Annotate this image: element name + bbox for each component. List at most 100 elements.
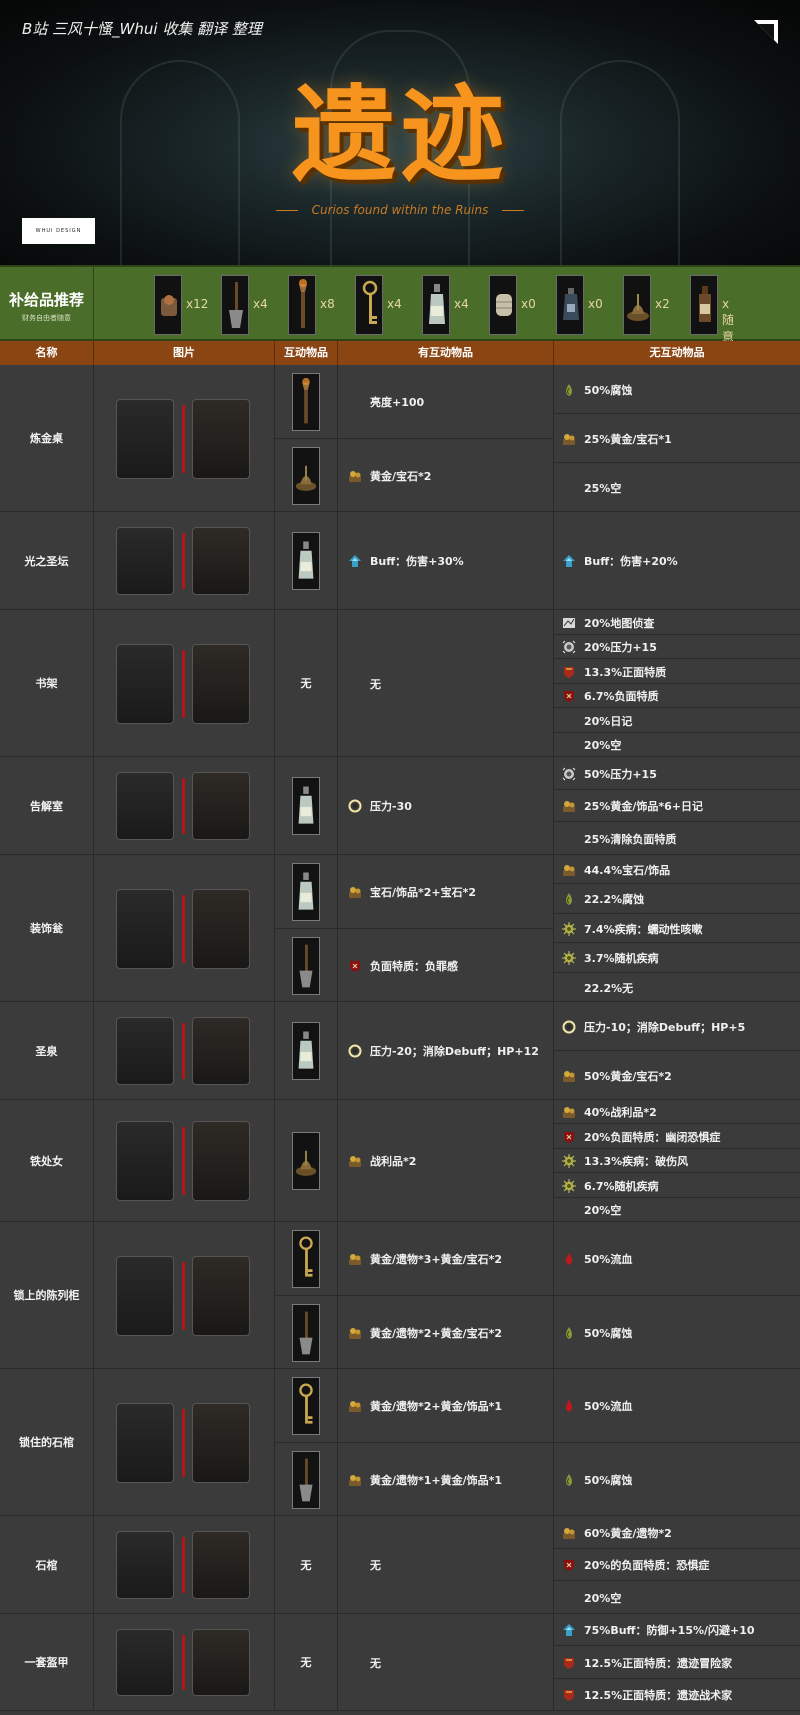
supply-count: x0: [521, 297, 536, 311]
image-separator: [182, 1635, 185, 1690]
without-item-cell: 20%负面特质：幽闭恐惧症: [554, 1124, 800, 1149]
curio-name: 告解室: [0, 757, 94, 855]
with-item-cell: 无: [338, 1516, 554, 1614]
food-icon: [161, 295, 177, 316]
result-text: 20%压力+15: [584, 641, 657, 654]
without-item-cell: Buff：伤害+20%: [554, 512, 800, 610]
result-text: 12.5%正面特质：遗迹冒险家: [584, 1656, 733, 1670]
supply-card: [422, 275, 450, 335]
image-separator: [182, 649, 185, 718]
supply-card: [489, 275, 517, 335]
gold-icon: [349, 1401, 361, 1412]
curio-open-image: [192, 398, 250, 479]
result-text: 战利品*2: [370, 1155, 417, 1168]
result-text: Buff：伤害+30%: [370, 555, 464, 568]
stress-heal-icon: [348, 1044, 362, 1058]
without-item-cell: 20%空: [554, 1581, 800, 1614]
without-item-cell: 22.2%无: [554, 973, 800, 1002]
curio-open-image: [192, 1121, 250, 1201]
header-banner: B站 三风十慅_Whui 收集 翻译 整理 遗迹 Curios found wi…: [0, 0, 800, 265]
result-text: 50%腐蚀: [584, 1473, 633, 1487]
page-title: 遗迹: [291, 74, 508, 196]
without-item-result: 20%空: [562, 1198, 621, 1222]
result-text: 60%黄金/遗物*2: [584, 1526, 672, 1540]
laudanum-icon: [699, 286, 711, 322]
without-item-cell: 13.3%疾病：破伤风: [554, 1149, 800, 1173]
with-item-result: 负面特质：负罪感: [348, 929, 458, 1002]
without-item-result: 20%空: [562, 1581, 621, 1614]
result-text: 宝石/饰品*2+宝石*2: [370, 886, 477, 899]
quirk-positive-icon: [564, 1690, 574, 1701]
without-item-cell: 50%腐蚀: [554, 1443, 800, 1516]
without-item-cell: 7.4%疾病：蠕动性咳嗽: [554, 914, 800, 943]
stress-icon: [562, 640, 576, 654]
shovel-icon: [299, 1458, 313, 1501]
result-text: 50%黄金/宝石*2: [584, 1069, 672, 1083]
result-text: 50%腐蚀: [584, 1326, 633, 1340]
interaction-tool-cell: [275, 855, 338, 929]
column-header-without-item: 无互动物品: [649, 346, 705, 359]
shovel-icon: [299, 1311, 313, 1354]
disease-icon: [562, 1178, 576, 1193]
curio-image-cell: [94, 1002, 275, 1100]
bandage-icon: [496, 294, 512, 316]
quirk-positive-icon: [564, 1657, 574, 1669]
torch-icon: [299, 279, 307, 328]
image-separator: [182, 1537, 185, 1593]
image-separator: [182, 404, 185, 473]
image-separator: [182, 894, 185, 963]
key-icon: [362, 280, 378, 324]
result-text: 20%地图侦查: [584, 616, 655, 630]
result-text: 25%空: [584, 481, 622, 495]
with-item-cell: Buff：伤害+30%: [338, 512, 554, 610]
supply-count: x4: [253, 297, 268, 311]
blank-icon: [348, 1656, 362, 1670]
interaction-tool-cell: [275, 757, 338, 855]
with-item-result: 无: [348, 1614, 381, 1711]
tool-card: [292, 446, 320, 505]
result-text: 黄金/宝石*2: [370, 469, 432, 483]
result-text: 25%清除负面特质: [584, 832, 677, 846]
gold-icon: [563, 1527, 575, 1539]
tool-card: [292, 1450, 320, 1509]
torch-icon: [302, 377, 310, 424]
stress-heal-icon: [562, 1020, 576, 1033]
curio-open-image: [192, 772, 250, 840]
curio-open-image: [192, 1629, 250, 1696]
image-separator: [182, 1023, 185, 1079]
corner-fold-icon: [754, 20, 778, 44]
curio-name: 装饰瓮: [0, 855, 94, 1002]
supply-count: x12: [186, 297, 209, 311]
shovel-icon: [229, 282, 243, 328]
result-text: 7.4%疾病：蠕动性咳嗽: [584, 922, 703, 936]
without-item-result: 22.2%腐蚀: [562, 884, 644, 914]
without-item-result: 50%压力+15: [562, 757, 657, 790]
result-text: 黄金/遗物*1+黄金/饰品*1: [370, 1473, 503, 1487]
result-text: 20%空: [584, 1204, 622, 1217]
blank-icon: [562, 714, 576, 728]
without-item-cell: 12.5%正面特质：遗迹战术家: [554, 1679, 800, 1711]
key-icon: [299, 1383, 313, 1424]
curio-closed-image: [116, 1121, 174, 1201]
key-icon: [299, 1236, 313, 1277]
without-item-result: 13.3%正面特质: [562, 659, 666, 684]
supply-card: [690, 275, 718, 335]
result-text: 亮度+100: [370, 396, 425, 409]
interaction-tool-cell: [275, 1443, 338, 1516]
blank-icon: [562, 1591, 576, 1605]
supplies-title: 补给品推荐: [8, 291, 84, 309]
without-item-result: 压力-10；消除Debuff；HP+5: [562, 1002, 745, 1051]
with-item-cell: 亮度+100: [338, 365, 554, 439]
supply-count: x2: [655, 297, 670, 311]
column-header-image: 图片: [94, 341, 275, 365]
curio-closed-image: [116, 527, 174, 595]
without-item-cell: 40%战利品*2: [554, 1100, 800, 1124]
with-item-result: 黄金/遗物*1+黄金/饰品*1: [348, 1443, 502, 1516]
without-item-cell: 压力-10；消除Debuff；HP+5: [554, 1002, 800, 1051]
shovel-icon: [299, 944, 313, 987]
gold-icon: [563, 1107, 575, 1118]
without-item-cell: 13.3%正面特质: [554, 659, 800, 684]
without-item-cell: 44.4%宝石/饰品: [554, 855, 800, 884]
gold-icon: [563, 1070, 575, 1082]
without-item-result: 40%战利品*2: [562, 1100, 657, 1124]
